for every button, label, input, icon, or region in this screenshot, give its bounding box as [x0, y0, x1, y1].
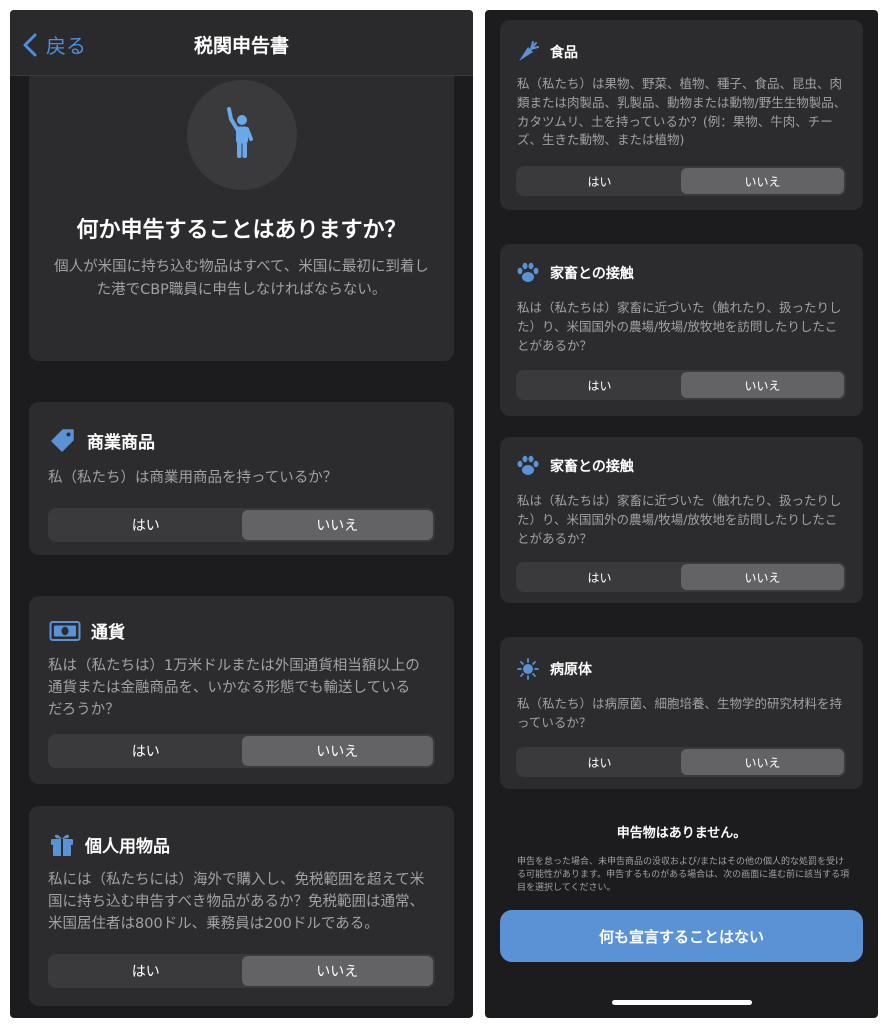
card-question: 私は（私たちは）家畜に近づいた（触れたり、扱ったりした）り、米国国外の農場/牧場… [517, 300, 842, 353]
no-option[interactable]: いいえ [241, 510, 433, 540]
card-title: 病原体 [516, 657, 592, 681]
card-personal-items: 個人用物品 私には（私たちには）海外で購入し、免税範囲を超えて米国に持ち込む申告… [29, 806, 454, 1006]
yes-option[interactable]: はい [518, 564, 681, 590]
nav-bar: 戻る 税関申告書 [10, 10, 473, 76]
card-title: 食品 [516, 40, 578, 64]
hero-card: 何か申告することはありますか？ 個人が米国に持ち込む物品はすべて、米国に最初に到… [29, 50, 454, 361]
card-title: 個人用物品 [49, 830, 170, 858]
card-commercial-goods: 商業商品 私（私たち）は商業用商品を持っているか？ はい いいえ [29, 402, 454, 555]
right-screen: 食品 私（私たち）は果物、野菜、植物、種子、食品、昆虫、肉類または肉製品、乳製品… [485, 10, 878, 1018]
card-livestock-contact: 家畜との接触 私は（私たちは）家畜に近づいた（触れたり、扱ったりした）り、米国国… [500, 244, 863, 416]
home-indicator[interactable] [612, 1000, 752, 1005]
no-option[interactable]: いいえ [241, 956, 433, 986]
yes-option[interactable]: はい [518, 749, 681, 775]
yes-option[interactable]: はい [518, 372, 681, 398]
yes-no-toggle: はい いいえ [48, 508, 435, 542]
card-title: 通貨 [49, 618, 125, 643]
tag-icon [49, 426, 77, 454]
yes-no-toggle: はい いいえ [516, 562, 846, 592]
no-option[interactable]: いいえ [681, 168, 844, 194]
card-question: 私（私たち）は果物、野菜、植物、種子、食品、昆虫、肉類または肉製品、乳製品、動物… [517, 76, 847, 148]
yes-no-toggle: はい いいえ [516, 166, 846, 196]
card-title: 商業商品 [49, 426, 155, 454]
yes-no-toggle: はい いいえ [516, 370, 846, 400]
hero-description: 個人が米国に持ち込む物品はすべて、米国に最初に到着した港でCBP職員に申告しなけ… [54, 259, 429, 299]
card-question: 私は（私たちは）家畜に近づいた（触れたり、扱ったりした）り、米国国外の農場/牧場… [517, 493, 842, 546]
card-question: 私（私たち）は商業用商品を持っているか？ [48, 470, 338, 486]
hero-title: 何か申告することはありますか？ [76, 218, 407, 243]
card-title: 家畜との接触 [516, 455, 634, 477]
gift-icon [49, 830, 75, 858]
page-title: 税関申告書 [193, 35, 289, 57]
no-option[interactable]: いいえ [681, 372, 844, 398]
card-food: 食品 私（私たち）は果物、野菜、植物、種子、食品、昆虫、肉類または肉製品、乳製品… [500, 20, 863, 210]
paw-icon [516, 455, 540, 477]
person-raising-hand-icon [187, 80, 297, 190]
card-livestock-contact: 家畜との接触 私は（私たちは）家畜に近づいた（触れたり、扱ったりした）り、米国国… [500, 437, 863, 603]
left-screen: 何か申告することはありますか？ 個人が米国に持ち込む物品はすべて、米国に最初に到… [10, 10, 473, 1018]
yes-option[interactable]: はい [518, 168, 681, 194]
yes-option[interactable]: はい [50, 510, 242, 540]
virus-icon [516, 657, 540, 681]
card-currency: 通貨 私は（私たちは）1万米ドルまたは外国通貨相当額以上の通貨または金融商品を、… [29, 596, 454, 784]
no-option[interactable]: いいえ [241, 736, 433, 766]
carrot-icon [516, 40, 540, 64]
yes-option[interactable]: はい [50, 736, 242, 766]
card-pathogen: 病原体 私（私たち）は病原菌、細胞培養、生物学的研究材料を持っているか？ はい … [500, 637, 863, 789]
penalty-note: 申告を怠った場合、未申告商品の没収および/またはその他の個人的な処罰を受ける可能… [517, 857, 850, 894]
yes-option[interactable]: はい [50, 956, 242, 986]
card-question: 私（私たち）は病原菌、細胞培養、生物学的研究材料を持っているか？ [517, 696, 843, 730]
card-question: 私には（私たちには）海外で購入し、免税範囲を超えて米国に持ち込む申告すべき物品が… [48, 872, 425, 932]
nothing-to-declare-button[interactable]: 何も宣言することはない [500, 910, 863, 962]
yes-no-toggle: はい いいえ [516, 747, 846, 777]
no-declaration-title: 申告物はありません。 [616, 826, 747, 841]
paw-icon [516, 262, 540, 284]
yes-no-toggle: はい いいえ [48, 734, 435, 768]
no-option[interactable]: いいえ [681, 749, 844, 775]
card-title: 家畜との接触 [516, 262, 634, 284]
yes-no-toggle: はい いいえ [48, 954, 435, 988]
card-question: 私は（私たちは）1万米ドルまたは外国通貨相当額以上の通貨または金融商品を、いかな… [48, 658, 420, 718]
no-option[interactable]: いいえ [681, 564, 844, 590]
banknote-icon [49, 620, 81, 642]
